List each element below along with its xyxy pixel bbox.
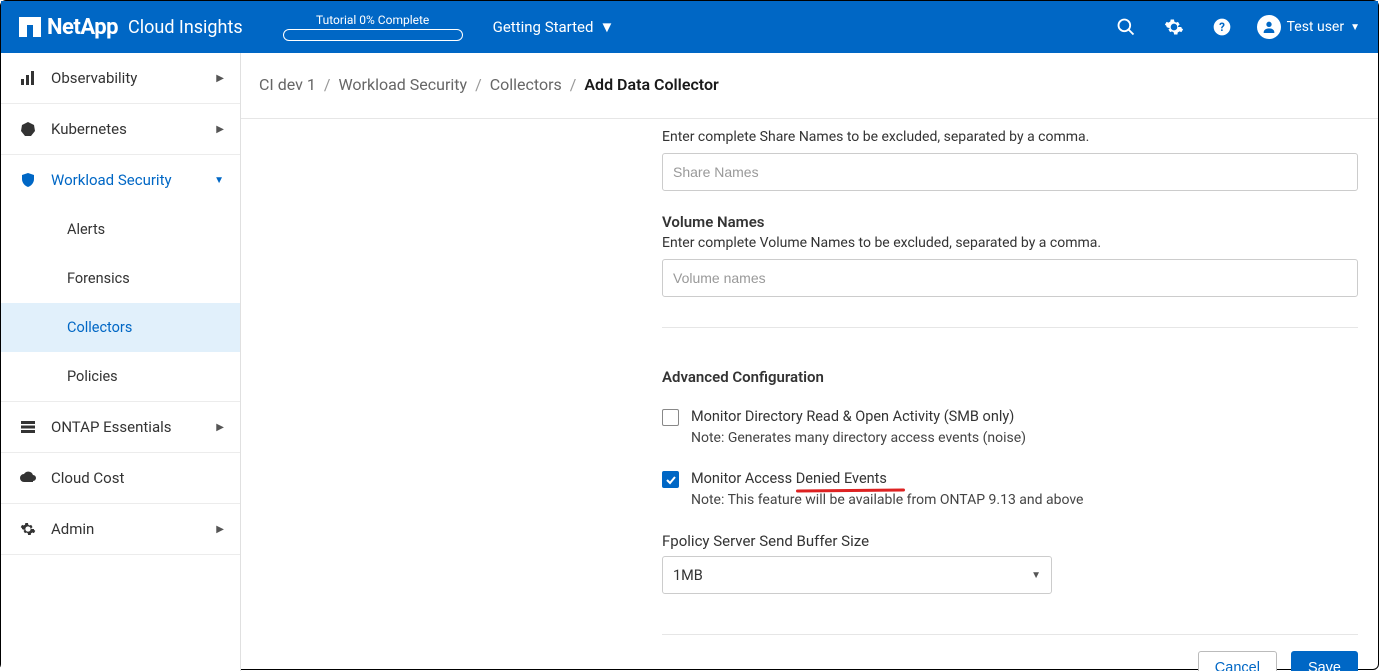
- monitor-access-denied-checkbox[interactable]: [662, 471, 679, 488]
- svg-text:?: ?: [1219, 20, 1225, 34]
- tutorial-label: Tutorial 0% Complete: [316, 13, 429, 27]
- nav-label: Admin: [51, 520, 94, 538]
- nav-label: ONTAP Essentials: [51, 418, 172, 436]
- main-content: CI dev 1 / Workload Security / Collector…: [241, 53, 1378, 671]
- search-icon[interactable]: [1115, 16, 1137, 38]
- nav-label: Cloud Cost: [51, 469, 124, 487]
- volume-names-label: Volume Names: [662, 213, 1358, 231]
- advanced-config-title: Advanced Configuration: [662, 368, 1358, 386]
- brand-sub: Cloud Insights: [128, 17, 243, 38]
- breadcrumb: CI dev 1 / Workload Security / Collector…: [241, 53, 1378, 119]
- help-icon[interactable]: ?: [1211, 16, 1233, 38]
- chevron-right-icon: ▶: [216, 73, 224, 84]
- app-header: NetApp Cloud Insights Tutorial 0% Comple…: [1, 1, 1378, 53]
- chevron-right-icon: ▶: [216, 422, 224, 433]
- highlighted-text: Denied Events: [796, 470, 887, 487]
- breadcrumb-link[interactable]: Workload Security: [338, 75, 467, 94]
- sidebar-item-collectors[interactable]: Collectors: [1, 303, 240, 352]
- sidebar-item-policies[interactable]: Policies: [1, 352, 240, 401]
- monitor-directory-checkbox[interactable]: [662, 409, 679, 426]
- brand-logo[interactable]: NetApp Cloud Insights: [19, 15, 243, 40]
- username-label: Test user: [1287, 19, 1345, 35]
- volume-names-input[interactable]: [662, 259, 1358, 297]
- getting-started-dropdown[interactable]: Getting Started ▼: [493, 18, 615, 36]
- bar-chart-icon: [19, 69, 37, 87]
- gear-icon[interactable]: [1163, 16, 1185, 38]
- sidebar-item-ontap-essentials[interactable]: ONTAP Essentials ▶: [1, 402, 240, 453]
- tutorial-progress[interactable]: Tutorial 0% Complete: [283, 13, 463, 41]
- monitor-access-denied-label: Monitor Access Denied Events: [691, 470, 887, 487]
- sidebar-item-kubernetes[interactable]: Kubernetes ▶: [1, 104, 240, 155]
- nav-label: Observability: [51, 69, 137, 87]
- brand-main: NetApp: [47, 15, 118, 40]
- user-menu[interactable]: Test user ▼: [1257, 15, 1360, 39]
- form-actions: Cancel Save: [662, 634, 1358, 671]
- share-names-help: Enter complete Share Names to be exclude…: [662, 129, 1358, 145]
- cloud-icon: [19, 469, 37, 487]
- gear-icon: [19, 520, 37, 538]
- getting-started-label: Getting Started: [493, 18, 594, 36]
- monitor-access-denied-note: Note: This feature will be available fro…: [691, 492, 1358, 508]
- sidebar: Observability ▶ Kubernetes ▶ Workload Se…: [1, 53, 241, 671]
- monitor-directory-label: Monitor Directory Read & Open Activity (…: [691, 408, 1014, 425]
- storage-icon: [19, 418, 37, 436]
- user-avatar-icon: [1257, 15, 1281, 39]
- breadcrumb-separator: /: [475, 75, 482, 94]
- kubernetes-icon: [19, 120, 37, 138]
- chevron-right-icon: ▶: [216, 524, 224, 535]
- sidebar-item-workload-security[interactable]: Workload Security ▼: [1, 155, 240, 205]
- breadcrumb-current: Add Data Collector: [584, 75, 718, 94]
- chevron-right-icon: ▶: [216, 124, 224, 135]
- nav-label: Kubernetes: [51, 120, 127, 138]
- chevron-down-icon: ▼: [214, 175, 224, 186]
- fpolicy-buffer-label: Fpolicy Server Send Buffer Size: [662, 532, 1358, 550]
- breadcrumb-link[interactable]: Collectors: [490, 75, 562, 94]
- sidebar-item-forensics[interactable]: Forensics: [1, 254, 240, 303]
- save-button[interactable]: Save: [1291, 651, 1358, 671]
- chevron-down-icon: ▼: [1031, 570, 1041, 581]
- sidebar-item-admin[interactable]: Admin ▶: [1, 504, 240, 555]
- sidebar-item-cloud-cost[interactable]: Cloud Cost: [1, 453, 240, 504]
- shield-icon: [19, 171, 37, 189]
- cancel-button[interactable]: Cancel: [1198, 651, 1277, 671]
- chevron-down-icon: ▼: [1350, 22, 1360, 33]
- sidebar-item-alerts[interactable]: Alerts: [1, 205, 240, 254]
- checkmark-icon: [665, 474, 677, 486]
- netapp-logo-icon: [19, 17, 41, 37]
- monitor-directory-note: Note: Generates many directory access ev…: [691, 430, 1358, 446]
- breadcrumb-separator: /: [324, 75, 331, 94]
- breadcrumb-separator: /: [570, 75, 577, 94]
- share-names-input[interactable]: [662, 153, 1358, 191]
- chevron-down-icon: ▼: [599, 18, 614, 36]
- fpolicy-buffer-select[interactable]: 1MB ▼: [662, 556, 1052, 594]
- volume-names-help: Enter complete Volume Names to be exclud…: [662, 235, 1358, 251]
- nav-label: Workload Security: [51, 171, 172, 189]
- tutorial-progress-bar: [283, 29, 463, 41]
- fpolicy-buffer-value: 1MB: [673, 567, 703, 584]
- breadcrumb-link[interactable]: CI dev 1: [259, 75, 316, 94]
- sidebar-item-observability[interactable]: Observability ▶: [1, 53, 240, 104]
